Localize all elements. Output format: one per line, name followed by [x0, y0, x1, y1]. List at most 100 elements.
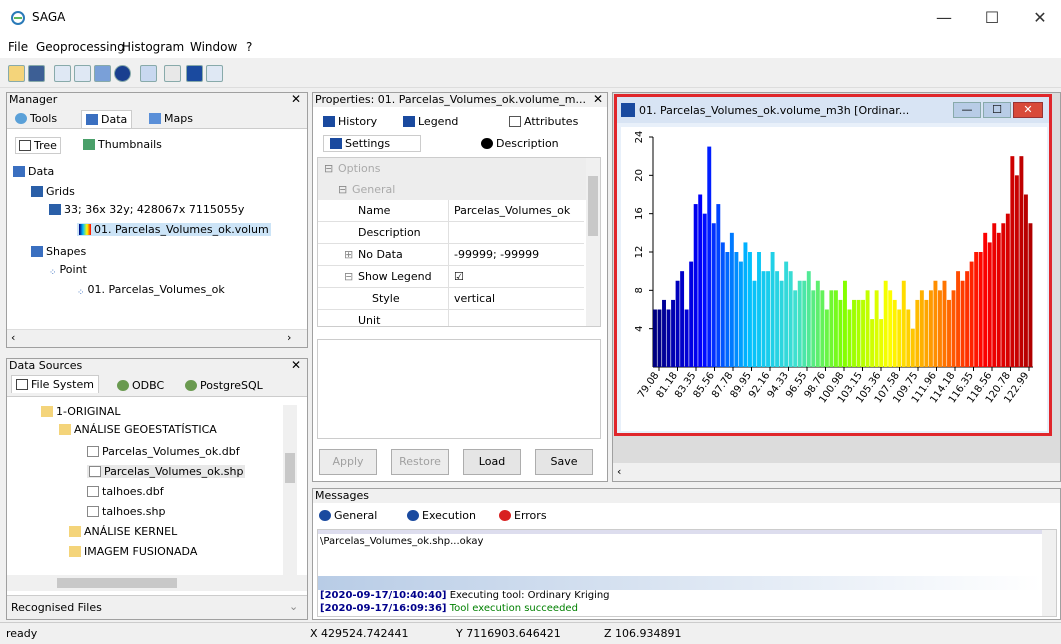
menu-window[interactable]: Window [190, 40, 237, 54]
scroll-left-icon[interactable]: ‹ [11, 331, 15, 344]
maximize-button[interactable]: ☐ [975, 6, 1009, 30]
tab-file-system[interactable]: File System [11, 375, 99, 393]
y-tick-label: 12 [634, 246, 645, 259]
tree-item-data[interactable]: Data [13, 165, 54, 178]
tab-general[interactable]: General [319, 509, 377, 522]
tab-settings[interactable]: Settings [323, 135, 422, 152]
close-button[interactable]: ✕ [1023, 6, 1057, 30]
tab-legend[interactable]: Legend [403, 115, 458, 128]
histogram-bar [865, 290, 870, 367]
show-legend-checkbox[interactable]: ☑ [454, 270, 464, 283]
menu-file[interactable]: File [8, 40, 28, 54]
tab-history[interactable]: History [323, 115, 377, 128]
apply-button[interactable]: Apply [319, 449, 377, 475]
table-icon[interactable] [206, 65, 223, 82]
prop-row-show-legend[interactable]: ⊟ Show Legend ☑ [318, 266, 584, 288]
histogram-bar [757, 252, 761, 367]
ds-item-talhoes-shp[interactable]: talhoes.shp [87, 505, 166, 518]
menu-histogram[interactable]: Histogram [122, 40, 184, 54]
tree-item-grids[interactable]: Grids [31, 185, 75, 198]
messages-vscrollbar[interactable] [1042, 530, 1056, 616]
property-vscrollbar[interactable] [586, 158, 600, 326]
histogram-bar [915, 299, 920, 367]
tab-data[interactable]: Data [81, 110, 133, 128]
save-icon[interactable] [28, 65, 45, 82]
histogram-titlebar: 01. Parcelas_Volumes_ok.volume_m3h [Ordi… [617, 97, 1049, 123]
tree-item-grid-layer[interactable]: 01. Parcelas_Volumes_ok.volum [77, 223, 271, 236]
histogram-bar [933, 280, 938, 367]
scroll-right-icon[interactable]: › [287, 331, 291, 344]
ds-item-talhoes-dbf[interactable]: talhoes.dbf [87, 485, 164, 498]
ds-hscrollbar[interactable] [7, 575, 307, 591]
scroll-left-icon[interactable]: ‹ [617, 465, 621, 478]
histogram-window-title: 01. Parcelas_Volumes_ok.volume_m3h [Ordi… [639, 104, 910, 117]
folder-icon [59, 424, 71, 435]
ds-item-shp[interactable]: Parcelas_Volumes_ok.shp [87, 465, 246, 478]
ds-item-geoestatistica[interactable]: ANÁLISE GEOESTATÍSTICA [59, 423, 217, 436]
y-tick-label: 24 [634, 131, 645, 144]
tab-postgresql[interactable]: PostgreSQL [185, 379, 263, 392]
file-filter-select[interactable]: Recognised Files ⌄ [7, 595, 307, 619]
tab-odbc[interactable]: ODBC [117, 379, 164, 392]
ds-item-original[interactable]: 1-ORIGINAL [41, 405, 120, 418]
ds-item-imagem[interactable]: IMAGEM FUSIONADA [69, 545, 197, 558]
prop-row-name[interactable]: Name Parcelas_Volumes_ok [318, 200, 584, 222]
options-category[interactable]: ⊟ Options [318, 158, 586, 180]
histogram-bar [833, 290, 838, 367]
help-icon[interactable] [164, 65, 181, 82]
menu-bar: File Geoprocessing Histogram Window ? [0, 36, 1061, 58]
info-icon[interactable] [114, 65, 131, 82]
histogram-bar [1005, 213, 1010, 367]
ds-vscrollbar[interactable] [283, 405, 297, 575]
save-button[interactable]: Save [535, 449, 593, 475]
histogram-maximize-button[interactable]: ☐ [983, 102, 1011, 118]
histogram-minimize-button[interactable]: — [953, 102, 981, 118]
histogram-close-button[interactable]: ✕ [1013, 102, 1043, 118]
tab-errors[interactable]: Errors [499, 509, 547, 522]
prop-row-style[interactable]: Style vertical [318, 288, 584, 310]
histogram-bar [951, 290, 956, 367]
tab-attributes[interactable]: Attributes [509, 115, 578, 128]
file-system-icon [16, 379, 28, 390]
subtab-tree[interactable]: Tree [15, 137, 61, 154]
subtab-thumbnails[interactable]: Thumbnails [83, 138, 162, 151]
ds-item-kernel[interactable]: ANÁLISE KERNEL [69, 525, 177, 538]
manager-hscrollbar[interactable]: ‹ › [7, 329, 307, 347]
histogram-bar [806, 271, 811, 367]
menu-geoprocessing[interactable]: Geoprocessing [36, 40, 125, 54]
menu-help[interactable]: ? [246, 40, 252, 54]
tab-tools[interactable]: Tools [15, 112, 57, 125]
frame-icon[interactable] [54, 65, 71, 82]
load-button[interactable]: Load [463, 449, 521, 475]
ds-item-dbf[interactable]: Parcelas_Volumes_ok.dbf [87, 445, 240, 458]
tab-maps[interactable]: Maps [149, 112, 193, 125]
tree-item-point[interactable]: ⁘ Point [49, 263, 87, 279]
open-icon[interactable] [8, 65, 25, 82]
status-bar: ready X 429524.742441 Y 7116903.646421 Z… [0, 622, 1061, 644]
layers-icon[interactable] [94, 65, 111, 82]
tools-icon[interactable] [140, 65, 157, 82]
datasources-close-icon[interactable]: ✕ [291, 358, 301, 372]
histogram-bar [897, 309, 902, 367]
restore-button[interactable]: Restore [391, 449, 449, 475]
properties-close-icon[interactable]: ✕ [593, 92, 603, 106]
grids-icon [31, 186, 43, 197]
folder-icon [41, 406, 53, 417]
histogram-icon[interactable] [186, 65, 203, 82]
histogram-bar [657, 309, 662, 367]
prop-row-unit[interactable]: Unit [318, 310, 584, 326]
tab-description[interactable]: Description [481, 137, 559, 150]
tree-item-shapes[interactable]: Shapes [31, 245, 86, 258]
prop-row-nodata[interactable]: ⊞ No Data -99999; -99999 [318, 244, 584, 266]
minimize-button[interactable]: — [927, 6, 961, 30]
workspace-hscrollbar[interactable]: ‹ [613, 463, 1060, 481]
tree-item-shape-layer[interactable]: ⁘ 01. Parcelas_Volumes_ok [77, 283, 225, 299]
general-category[interactable]: ⊟ General [318, 180, 586, 200]
histogram-window: 01. Parcelas_Volumes_ok.volume_m3h [Ordi… [614, 94, 1052, 436]
tree-item-grid-system[interactable]: 33; 36x 32y; 428067x 7115055y [49, 203, 244, 216]
prop-row-description[interactable]: Description [318, 222, 584, 244]
tab-execution[interactable]: Execution [407, 509, 476, 522]
frame-split-icon[interactable] [74, 65, 91, 82]
histogram-bar [784, 261, 789, 367]
manager-close-icon[interactable]: ✕ [291, 92, 301, 106]
